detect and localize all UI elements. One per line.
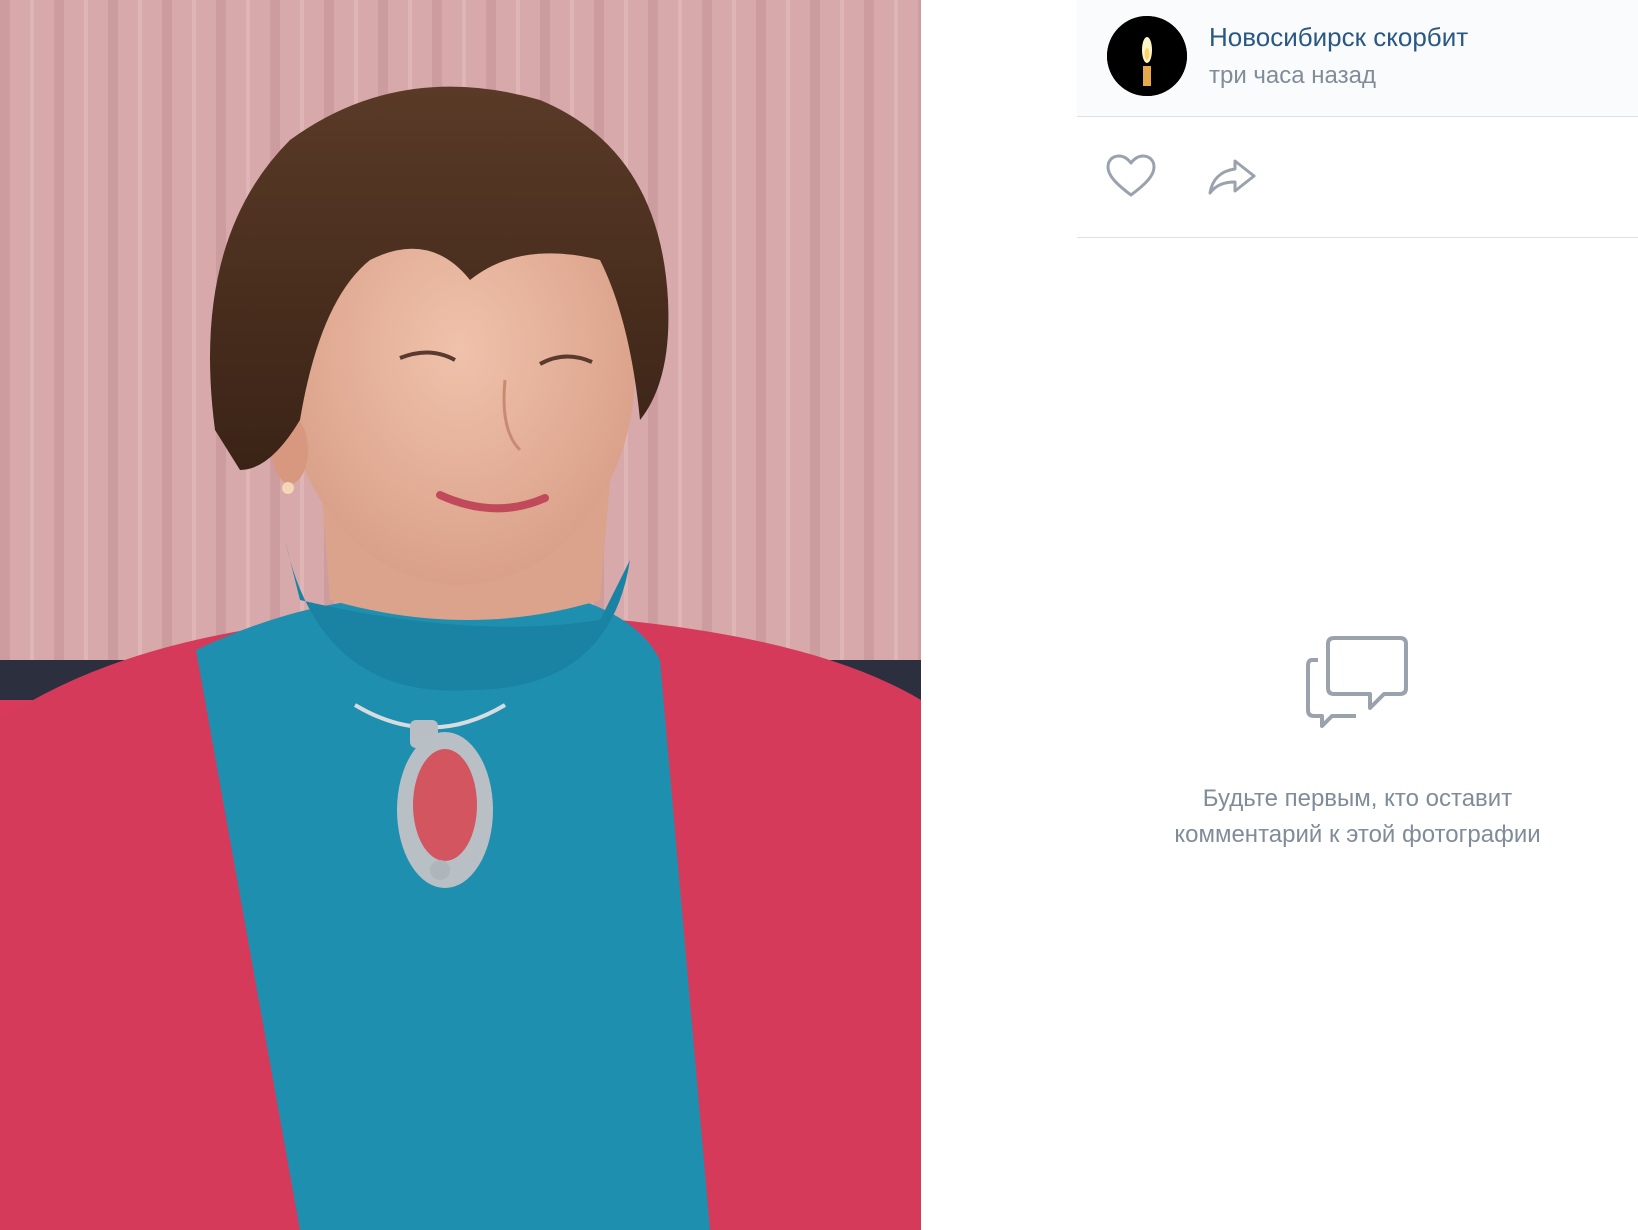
heart-icon xyxy=(1106,154,1156,197)
share-button[interactable] xyxy=(1206,157,1258,197)
post-photo[interactable] xyxy=(0,0,921,1230)
actions-bar xyxy=(1077,117,1638,238)
empty-comments-line1: Будьте первым, кто оставит xyxy=(1202,785,1513,812)
candle-icon xyxy=(1107,16,1187,96)
photo-sidebar-gap xyxy=(921,0,1077,1230)
photo-viewer: Новосибирск скорбит три часа назад Будьт… xyxy=(0,0,1638,1230)
post-header: Новосибирск скорбит три часа назад xyxy=(1077,0,1638,117)
sidebar: Новосибирск скорбит три часа назад Будьт… xyxy=(1077,0,1638,1230)
like-button[interactable] xyxy=(1105,153,1157,199)
comments-empty-state: Будьте первым, кто оставит комментарий к… xyxy=(1077,630,1638,853)
author-name-link[interactable]: Новосибирск скорбит xyxy=(1209,22,1468,53)
empty-comments-text: Будьте первым, кто оставит комментарий к… xyxy=(1077,781,1638,853)
comments-icon xyxy=(1305,636,1408,728)
share-arrow-icon xyxy=(1208,159,1256,195)
empty-comments-line2: комментарий к этой фотографии xyxy=(1174,821,1541,848)
photo-pane xyxy=(0,0,921,1230)
post-time: три часа назад xyxy=(1209,62,1376,89)
author-avatar[interactable] xyxy=(1107,16,1187,96)
